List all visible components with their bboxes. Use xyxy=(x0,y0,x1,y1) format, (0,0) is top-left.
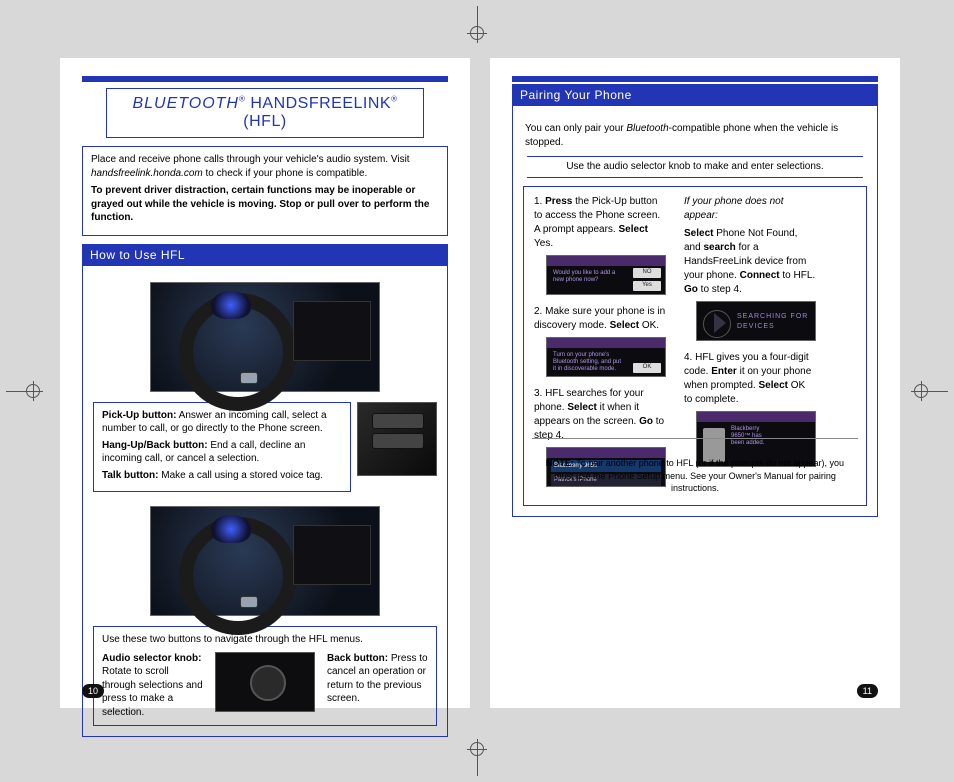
section-title: BLUETOOTH® HANDSFREELINK® (HFL) xyxy=(106,88,424,138)
title-hfl: (HFL) xyxy=(243,113,286,130)
pairing-heading: Pairing Your Phone xyxy=(512,84,878,106)
audio-selector-note: Use the audio selector knob to make and … xyxy=(527,156,863,178)
pairing-note: NOTE: To pair another phone to HFL (or i… xyxy=(532,453,858,499)
dashboard-photo-lower xyxy=(150,506,380,616)
intro-warning: To prevent driver distraction, certain f… xyxy=(91,184,439,225)
crop-mark-top xyxy=(470,6,484,40)
intro-p1: Place and receive phone calls through yo… xyxy=(91,153,439,180)
step-4: 4. HFL gives you a four-digit code. Ente… xyxy=(684,351,816,407)
steering-buttons-photo xyxy=(357,402,437,476)
how-to-heading: How to Use HFL xyxy=(82,244,448,266)
back-button-callout: Back button: Press to cancel an operatio… xyxy=(327,652,428,706)
step-2: 2. Make sure your phone is in discovery … xyxy=(534,305,666,377)
intro-box: Place and receive phone calls through yo… xyxy=(82,146,448,236)
center-console-photo xyxy=(215,652,315,712)
page-left: BLUETOOTH® HANDSFREELINK® (HFL) Place an… xyxy=(60,58,470,708)
nav-callout-box: Use these two buttons to navigate throug… xyxy=(93,626,437,726)
step-1: 1. Press the Pick-Up button to access th… xyxy=(534,195,666,295)
top-rule xyxy=(82,76,448,82)
alt-heading: If your phone does not appear: xyxy=(684,195,816,223)
pairing-body: You can only pair your Bluetooth-compati… xyxy=(512,106,878,517)
screen-discovery: Turn on your phone's Bluetooth setting, … xyxy=(546,337,666,377)
dashboard-photo-upper xyxy=(150,282,380,392)
screen-searching: SEARCHING FOR DEVICES xyxy=(696,301,816,341)
pairing-lead: You can only pair your Bluetooth-compati… xyxy=(525,122,865,150)
how-to-body: Pick-Up button: Answer an incoming call,… xyxy=(82,266,448,738)
button-callouts: Pick-Up button: Answer an incoming call,… xyxy=(93,402,437,493)
button-callout-box: Pick-Up button: Answer an incoming call,… xyxy=(93,402,351,493)
title-handsfreelink: HANDSFREELINK xyxy=(245,95,391,112)
crop-mark-left xyxy=(6,384,40,398)
page-number-right: 11 xyxy=(857,684,878,698)
crop-mark-bottom xyxy=(470,742,484,776)
page-right: Pairing Your Phone You can only pair you… xyxy=(490,58,900,708)
crop-mark-right xyxy=(914,384,948,398)
page-number-left: 10 xyxy=(82,684,104,698)
nav-intro: Use these two buttons to navigate throug… xyxy=(102,633,428,647)
top-rule-right xyxy=(512,76,878,82)
title-bluetooth: BLUETOOTH xyxy=(132,95,239,112)
pairing-steps: 1. Press the Pick-Up button to access th… xyxy=(523,186,867,506)
alt-body: Select Phone Not Found, and search for a… xyxy=(684,227,816,297)
audio-knob-callout: Audio selector knob: Rotate to scroll th… xyxy=(102,652,203,720)
screen-confirm-add: Would you like to add a new phone now? N… xyxy=(546,255,666,295)
